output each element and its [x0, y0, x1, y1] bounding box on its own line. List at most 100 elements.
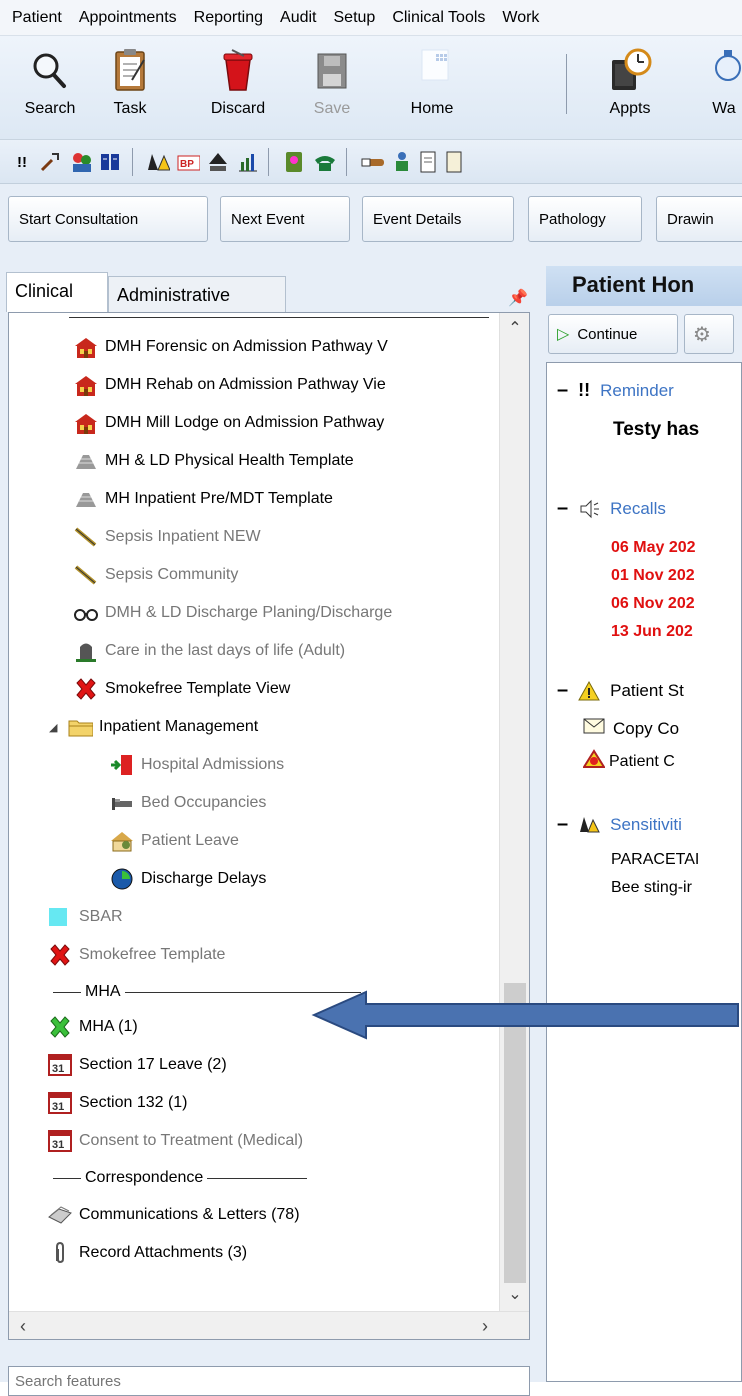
recall-date[interactable]: 06 May 202 — [611, 539, 696, 557]
waiting-button[interactable]: Wa — [684, 42, 742, 138]
appts-button[interactable]: Appts — [590, 42, 670, 138]
allergy-warning-icon[interactable] — [146, 150, 170, 174]
document-icon[interactable] — [416, 150, 440, 174]
left-tabs: Clinical Administrative 📌 — [6, 266, 530, 312]
tree-item[interactable]: DMH & LD Discharge Planing/Discharge — [73, 595, 392, 631]
tree-item[interactable]: SBAR — [47, 899, 123, 935]
book-icon[interactable] — [98, 150, 122, 174]
telephone-icon[interactable] — [312, 150, 336, 174]
reminders-section-header[interactable]: – !! Reminder — [557, 379, 674, 402]
tree-item[interactable]: Communications & Letters (78) — [47, 1197, 300, 1233]
document-2-icon[interactable] — [442, 150, 466, 174]
tree-item[interactable]: Patient Leave — [109, 823, 239, 859]
icon-separator — [268, 148, 269, 176]
tree-item[interactable]: Discharge Delays — [109, 861, 266, 897]
tree-horizontal-scrollbar[interactable]: ‹ › — [9, 1311, 529, 1339]
template-grey-icon — [73, 448, 99, 474]
people-icon[interactable] — [70, 150, 94, 174]
scroll-left-icon[interactable]: ‹ — [9, 1312, 37, 1339]
drawing-button[interactable]: Drawin — [656, 196, 742, 242]
tree-item[interactable]: 31 Consent to Treatment (Medical) — [47, 1123, 303, 1159]
tree-item[interactable]: Sepsis Inpatient NEW — [73, 519, 261, 555]
blood-pressure-icon[interactable]: BP — [176, 150, 200, 174]
patient-status-item-label: Copy Co — [613, 718, 680, 738]
tree-item[interactable]: 31 Section 132 (1) — [47, 1085, 188, 1121]
recall-date[interactable]: 06 Nov 202 — [611, 595, 695, 613]
tree-item[interactable]: Sepsis Community — [73, 557, 238, 593]
event-details-button[interactable]: Event Details — [362, 196, 514, 242]
icon-separator — [132, 148, 133, 176]
sensitivities-section-header[interactable]: – Sensitiviti — [557, 813, 682, 836]
sensitivity-item[interactable]: PARACETAI — [611, 851, 699, 869]
scroll-right-icon[interactable]: › — [471, 1312, 499, 1339]
tree-item-label: DMH Mill Lodge on Admission Pathway — [105, 414, 385, 431]
tree-item[interactable]: Hospital Admissions — [109, 747, 284, 783]
settings-button[interactable]: ⚙ — [684, 314, 734, 354]
graph-icon[interactable] — [236, 150, 260, 174]
scroll-down-icon[interactable]: ⌄ — [500, 1279, 529, 1309]
handshake-icon[interactable] — [360, 150, 384, 174]
tree-item[interactable]: DMH Forensic on Admission Pathway V — [73, 329, 388, 365]
person-upload-icon[interactable] — [390, 150, 414, 174]
envelope-icon — [583, 717, 605, 740]
pin-icon[interactable]: 📌 — [508, 288, 528, 307]
collapse-icon[interactable]: – — [557, 497, 568, 520]
tree-item[interactable]: Bed Occupancies — [109, 785, 266, 821]
menu-audit[interactable]: Audit — [272, 9, 325, 27]
collapse-icon[interactable]: – — [557, 813, 568, 836]
start-consultation-button[interactable]: Start Consultation — [8, 196, 208, 242]
collapse-icon[interactable]: – — [557, 679, 568, 702]
home-button[interactable]: Home — [392, 42, 472, 138]
tree-item[interactable]: Care in the last days of life (Adult) — [73, 633, 345, 669]
tree-item[interactable]: Smokefree Template — [47, 937, 225, 973]
patient-status-item-label: Patient C — [609, 752, 675, 770]
recalls-section-header[interactable]: – Recalls — [557, 497, 666, 520]
scroll-up-icon[interactable]: ⌃ — [500, 313, 529, 343]
task-button[interactable]: Task — [90, 42, 170, 138]
reminders-title: Reminder — [600, 380, 674, 400]
tree-folder-inpatient-management[interactable]: ◢ Inpatient Management — [49, 709, 258, 745]
menu-clinical-tools[interactable]: Clinical Tools — [384, 9, 494, 27]
expand-triangle-icon[interactable]: ◢ — [49, 721, 67, 734]
tree-item[interactable]: MHA (1) — [47, 1009, 138, 1045]
contact-card-icon[interactable] — [282, 150, 306, 174]
tree-vertical-scrollbar[interactable]: ⌃ ⌄ — [499, 313, 529, 1313]
search-button[interactable]: Search — [10, 42, 90, 138]
pen-arrow-icon[interactable] — [38, 150, 62, 174]
menu-setup[interactable]: Setup — [326, 9, 385, 27]
next-event-button[interactable]: Next Event — [220, 196, 350, 242]
tree-item[interactable]: Record Attachments (3) — [47, 1235, 247, 1271]
sensitivity-item[interactable]: Bee sting-ir — [611, 879, 692, 897]
tree-item[interactable]: Smokefree Template View — [73, 671, 290, 707]
recall-date[interactable]: 01 Nov 202 — [611, 567, 695, 585]
double-exclamation-icon[interactable]: !! — [10, 150, 34, 174]
tree-item[interactable]: DMH Mill Lodge on Admission Pathway — [73, 405, 384, 441]
header-line — [53, 991, 81, 993]
scales-icon[interactable] — [206, 150, 230, 174]
tree-item[interactable]: MH & LD Physical Health Template — [73, 443, 354, 479]
pathology-button[interactable]: Pathology — [528, 196, 642, 242]
discard-bin-icon — [216, 42, 260, 98]
right-pane: Patient Hon ▷ Continue ⚙ – !! Reminder T… — [538, 256, 742, 1382]
tab-administrative[interactable]: Administrative — [108, 276, 286, 312]
menu-reporting[interactable]: Reporting — [186, 9, 272, 27]
continue-button[interactable]: ▷ Continue — [548, 314, 678, 354]
tree-item[interactable]: DMH Rehab on Admission Pathway Vie — [73, 367, 386, 403]
tree-item-section-17-leave[interactable]: 31 Section 17 Leave (2) — [47, 1047, 227, 1083]
tree-item-label: DMH & LD Discharge Planing/Discharge — [105, 604, 393, 621]
menu-appointments[interactable]: Appointments — [71, 9, 186, 27]
save-button[interactable]: Save — [292, 42, 372, 138]
patient-status-section-header[interactable]: – Patient St — [557, 679, 684, 702]
menu-work[interactable]: Work — [494, 9, 548, 27]
patient-status-item[interactable]: Copy Co — [583, 717, 679, 740]
patient-status-item[interactable]: Patient C — [582, 749, 675, 774]
menu-patient[interactable]: Patient — [4, 9, 71, 27]
discard-button[interactable]: Discard — [198, 42, 278, 138]
recall-date[interactable]: 13 Jun 202 — [611, 623, 693, 641]
tree-item-label: Care in the last days of life (Adult) — [105, 642, 346, 659]
tab-clinical[interactable]: Clinical — [6, 272, 108, 312]
ruler-icon — [73, 524, 99, 550]
tree-item[interactable]: MH Inpatient Pre/MDT Template — [73, 481, 333, 517]
collapse-icon[interactable]: – — [557, 379, 568, 402]
search-features-input[interactable] — [8, 1366, 530, 1396]
